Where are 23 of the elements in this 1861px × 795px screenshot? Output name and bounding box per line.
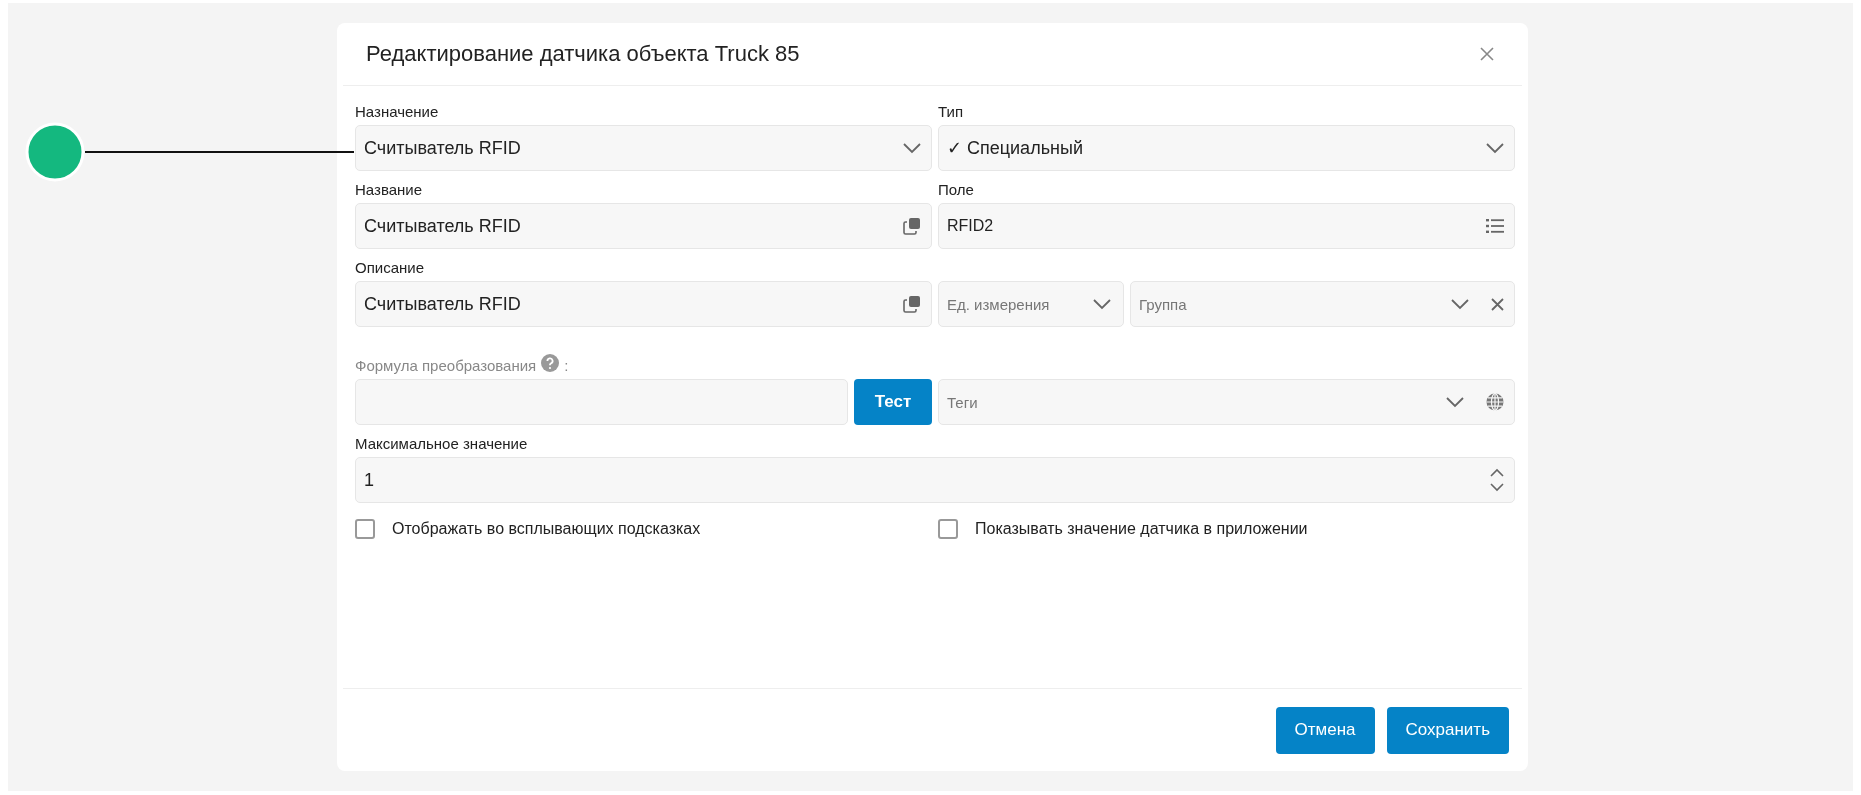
checkbox-label: Показывать значение датчика в приложении [975, 520, 1308, 538]
field-label: Максимальное значение [355, 434, 529, 454]
input-field[interactable]: Считыватель RFID [355, 281, 932, 327]
field-label: Описание [355, 258, 426, 278]
checkbox-label: Отображать во всплывающих подсказках [392, 520, 701, 538]
dialog-title: Редактирование датчика объекта Truck 85 [366, 41, 800, 67]
field-label: Поле [938, 180, 975, 200]
select-field[interactable]: ✓ Специальный [938, 125, 1515, 171]
input-field[interactable]: RFID2 [938, 203, 1515, 249]
select-field[interactable]: Считыватель RFID [355, 125, 932, 171]
field-label: Тип [938, 102, 964, 122]
select-field[interactable]: Группа [1130, 281, 1515, 327]
input-field[interactable]: Считыватель RFID [355, 203, 932, 249]
field-label: Назначение [355, 102, 440, 122]
field-label: Формула преобразования [355, 356, 537, 376]
select-field[interactable]: Теги [938, 379, 1515, 425]
field-label: Название [355, 180, 424, 200]
select-field[interactable]: Ед. измерения [938, 281, 1124, 327]
dialog-button[interactable]: Сохранить [1386, 706, 1509, 754]
number-field[interactable]: 1 [355, 457, 1515, 503]
dialog-button[interactable]: Отмена [1275, 706, 1375, 754]
colon-text: : [564, 356, 569, 376]
test-button[interactable]: Тест [854, 379, 932, 425]
